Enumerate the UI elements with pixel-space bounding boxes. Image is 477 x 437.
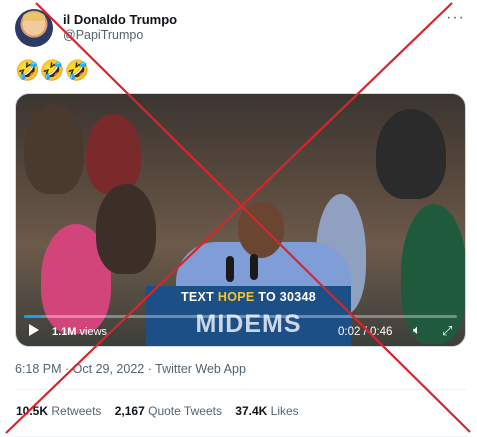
- crowd-figure: [401, 204, 465, 344]
- tweet-text: 🤣🤣🤣: [15, 60, 90, 82]
- crowd-figure: [96, 184, 156, 274]
- video-time: 0:02 / 0:46: [338, 326, 392, 338]
- crowd-figure: [86, 114, 141, 194]
- likes-stat[interactable]: 37.4K Likes: [235, 404, 298, 418]
- avatar[interactable]: [15, 9, 53, 47]
- time-separator: /: [360, 326, 370, 338]
- tweet-timestamp[interactable]: 6:18 PM · Oct 29, 2022 · Twitter Web App: [15, 362, 246, 376]
- time-current: 0:02: [338, 326, 361, 338]
- avatar-hair: [23, 12, 45, 21]
- microphone: [250, 254, 258, 280]
- crowd-figure: [376, 109, 446, 199]
- time-total: 0:46: [369, 326, 393, 338]
- likes-count: 37.4K: [235, 404, 268, 418]
- play-icon[interactable]: [29, 324, 39, 336]
- likes-label: Likes: [270, 404, 299, 418]
- podium-text-end: TO 30348: [254, 290, 317, 304]
- divider: [15, 389, 467, 390]
- quote-tweets-count: 2,167: [114, 404, 145, 418]
- microphone: [226, 256, 234, 282]
- speaker-head: [238, 202, 284, 258]
- retweets-stat[interactable]: 10.5K Retweets: [16, 404, 101, 418]
- retweets-count: 10.5K: [16, 404, 49, 418]
- video-views: 1.1M views: [52, 326, 107, 338]
- podium-sign-text: TEXT HOPE TO 30348: [146, 290, 351, 304]
- podium-text-highlight: HOPE: [217, 290, 255, 304]
- quote-tweets-stat[interactable]: 2,167 Quote Tweets: [115, 404, 222, 418]
- tweet-card: il Donaldo Trumpo @PapiTrumpo ··· 🤣🤣🤣 TE…: [0, 0, 477, 437]
- tweet-stats: 10.5K Retweets 2,167 Quote Tweets 37.4K …: [16, 404, 309, 418]
- quote-tweets-label: Quote Tweets: [148, 404, 222, 418]
- more-options-icon[interactable]: ···: [446, 9, 465, 27]
- author-display-name[interactable]: il Donaldo Trumpo: [63, 12, 177, 27]
- author-handle[interactable]: @PapiTrumpo: [63, 28, 143, 42]
- video-player[interactable]: TEXT HOPE TO 30348 MIDEMS 1.1M views 0:0…: [15, 93, 466, 347]
- volume-icon[interactable]: 🔈︎: [413, 322, 421, 338]
- crowd-figure: [24, 104, 84, 194]
- views-count: 1.1M: [52, 326, 77, 338]
- video-progress-bar[interactable]: [24, 315, 457, 318]
- fullscreen-icon[interactable]: ⤢: [442, 323, 452, 339]
- retweets-label: Retweets: [51, 404, 102, 418]
- views-label: views: [76, 326, 108, 338]
- podium-text-start: TEXT: [180, 290, 218, 304]
- video-progress-fill: [24, 315, 42, 318]
